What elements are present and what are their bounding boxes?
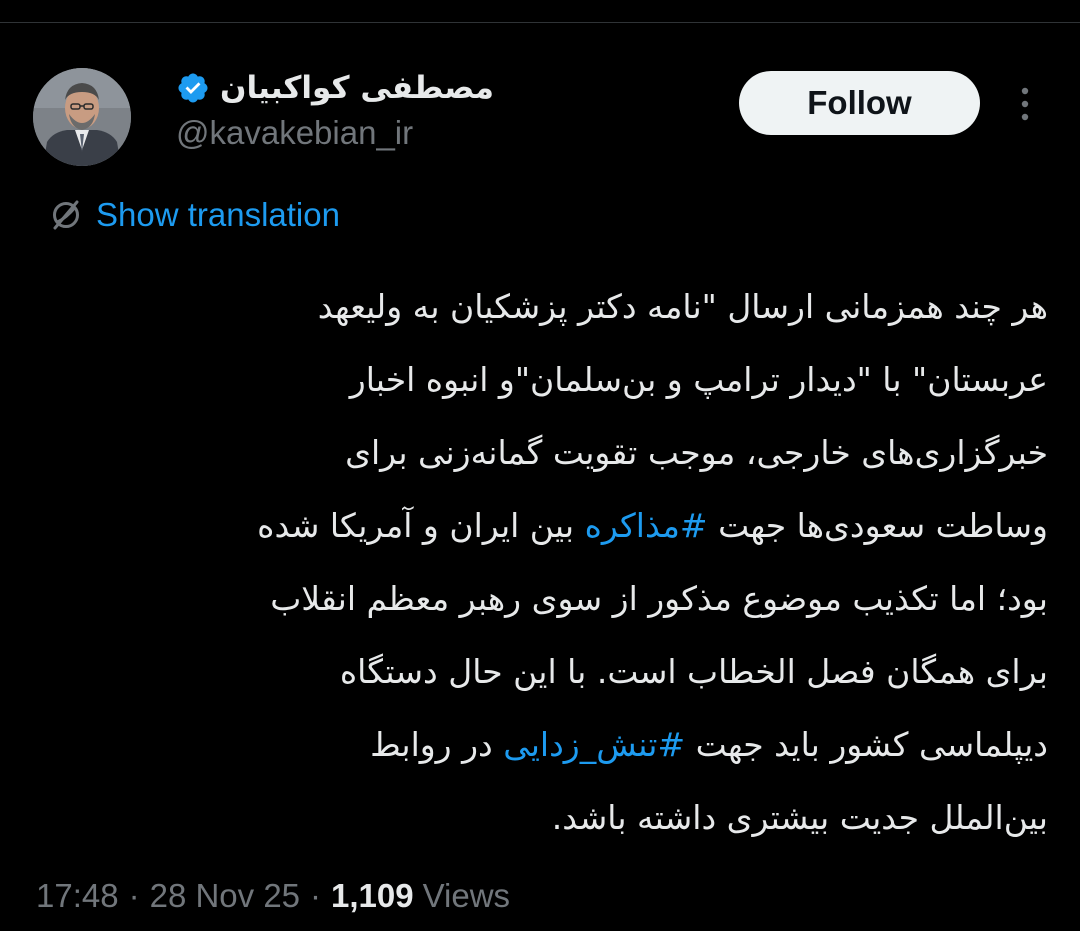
hashtag-link[interactable]: #تنش_زدایی [503, 725, 685, 764]
verified-badge-icon [176, 71, 210, 105]
tweet-text-segment: عربستان" با "دیدار ترامپ و بن‌سلمان"و ان… [349, 360, 1048, 399]
tweet-line: بین‌الملل جدیت بیشتری داشته باشد. [30, 781, 1048, 854]
tweet-date[interactable]: 28 Nov 25 [150, 877, 300, 915]
tweet-line: بود؛ اما تکذیب موضوع مذکور از سوی رهبر م… [30, 562, 1048, 635]
tweet-line: وساطت سعودی‌ها جهت #مذاکره بین ایران و آ… [30, 489, 1048, 562]
views-count: 1,109 [331, 877, 414, 914]
author-handle[interactable]: @kavakebian_ir [176, 114, 413, 152]
tweet-text-segment: بین ایران و آمریکا شده [257, 506, 585, 545]
tweet-line: دیپلماسی کشور باید جهت #تنش_زدایی در روا… [30, 708, 1048, 781]
author-name-row: مصطفی کواکبیان [176, 66, 494, 110]
hashtag-link[interactable]: #مذاکره [585, 506, 708, 545]
tweet-text-segment: دیپلماسی کشور باید جهت [685, 725, 1048, 764]
views-label: Views [422, 877, 511, 914]
top-divider [0, 22, 1080, 23]
more-vertical-icon[interactable] [1010, 84, 1040, 124]
show-translation-link[interactable]: Show translation [96, 196, 340, 234]
tweet-time[interactable]: 17:48 [36, 877, 119, 915]
avatar-image [33, 68, 131, 166]
tweet-line: عربستان" با "دیدار ترامپ و بن‌سلمان"و ان… [30, 343, 1048, 416]
tweet-meta: 17:48 · 28 Nov 25 · 1,109 Views [36, 872, 510, 920]
tweet-text-segment: بین‌الملل جدیت بیشتری داشته باشد. [551, 798, 1048, 837]
tweet-text: هر چند همزمانی ارسال "نامه دکتر پزشکیان … [30, 270, 1048, 854]
show-translation-row[interactable]: Show translation [48, 195, 340, 235]
tweet-text-segment: خبرگزاری‌های خارجی، موجب تقویت گمانه‌زنی… [345, 433, 1048, 472]
tweet-line: برای همگان فصل الخطاب است. با این حال دس… [30, 635, 1048, 708]
tweet-text-segment: هر چند همزمانی ارسال "نامه دکتر پزشکیان … [317, 287, 1048, 326]
author-display-name[interactable]: مصطفی کواکبیان [220, 70, 494, 106]
tweet-line: هر چند همزمانی ارسال "نامه دکتر پزشکیان … [30, 270, 1048, 343]
avatar[interactable] [33, 68, 131, 166]
tweet-text-segment: بود؛ اما تکذیب موضوع مذکور از سوی رهبر م… [270, 579, 1048, 618]
tweet-line: خبرگزاری‌های خارجی، موجب تقویت گمانه‌زنی… [30, 416, 1048, 489]
meta-separator: · [310, 877, 322, 914]
tweet-text-segment: در روابط [370, 725, 504, 764]
follow-button[interactable]: Follow [739, 71, 980, 135]
tweet-text-segment: برای همگان فصل الخطاب است. با این حال دس… [339, 652, 1048, 691]
meta-separator: · [128, 877, 140, 914]
translate-globe-icon [48, 197, 84, 233]
tweet-text-segment: وساطت سعودی‌ها جهت [707, 506, 1048, 545]
